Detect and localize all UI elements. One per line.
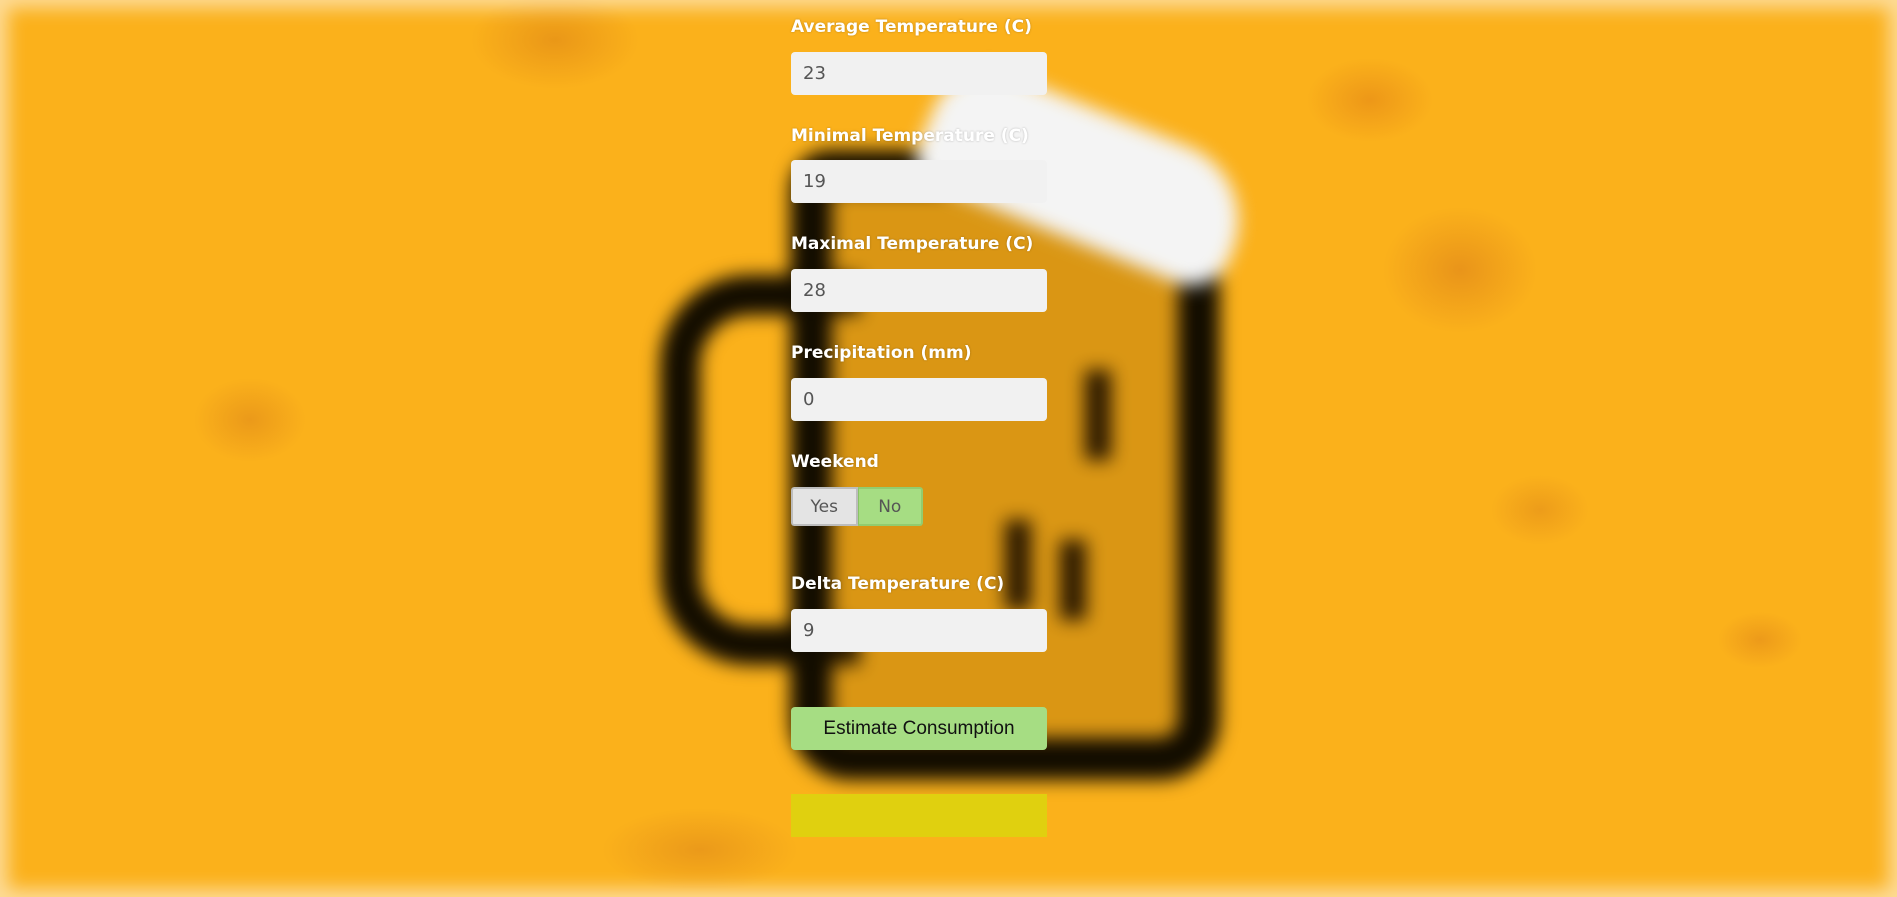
estimate-consumption-button[interactable]: Estimate Consumption (791, 707, 1047, 750)
minimal-temperature-label: Minimal Temperature (C) (791, 126, 1029, 146)
precipitation-input[interactable] (791, 378, 1047, 421)
minimal-temperature-input[interactable] (791, 160, 1047, 203)
weekend-toggle: Yes No (791, 487, 923, 526)
maximal-temperature-label: Maximal Temperature (C) (791, 234, 1034, 254)
precipitation-label: Precipitation (mm) (791, 343, 972, 363)
average-temperature-input[interactable] (791, 52, 1047, 95)
weekend-no-button[interactable]: No (857, 487, 923, 526)
result-output (791, 794, 1047, 837)
delta-temperature-input[interactable] (791, 609, 1047, 652)
weekend-yes-button[interactable]: Yes (791, 487, 858, 526)
maximal-temperature-input[interactable] (791, 269, 1047, 312)
delta-temperature-label: Delta Temperature (C) (791, 574, 1005, 594)
average-temperature-label: Average Temperature (C) (791, 17, 1032, 37)
weekend-label: Weekend (791, 452, 879, 472)
